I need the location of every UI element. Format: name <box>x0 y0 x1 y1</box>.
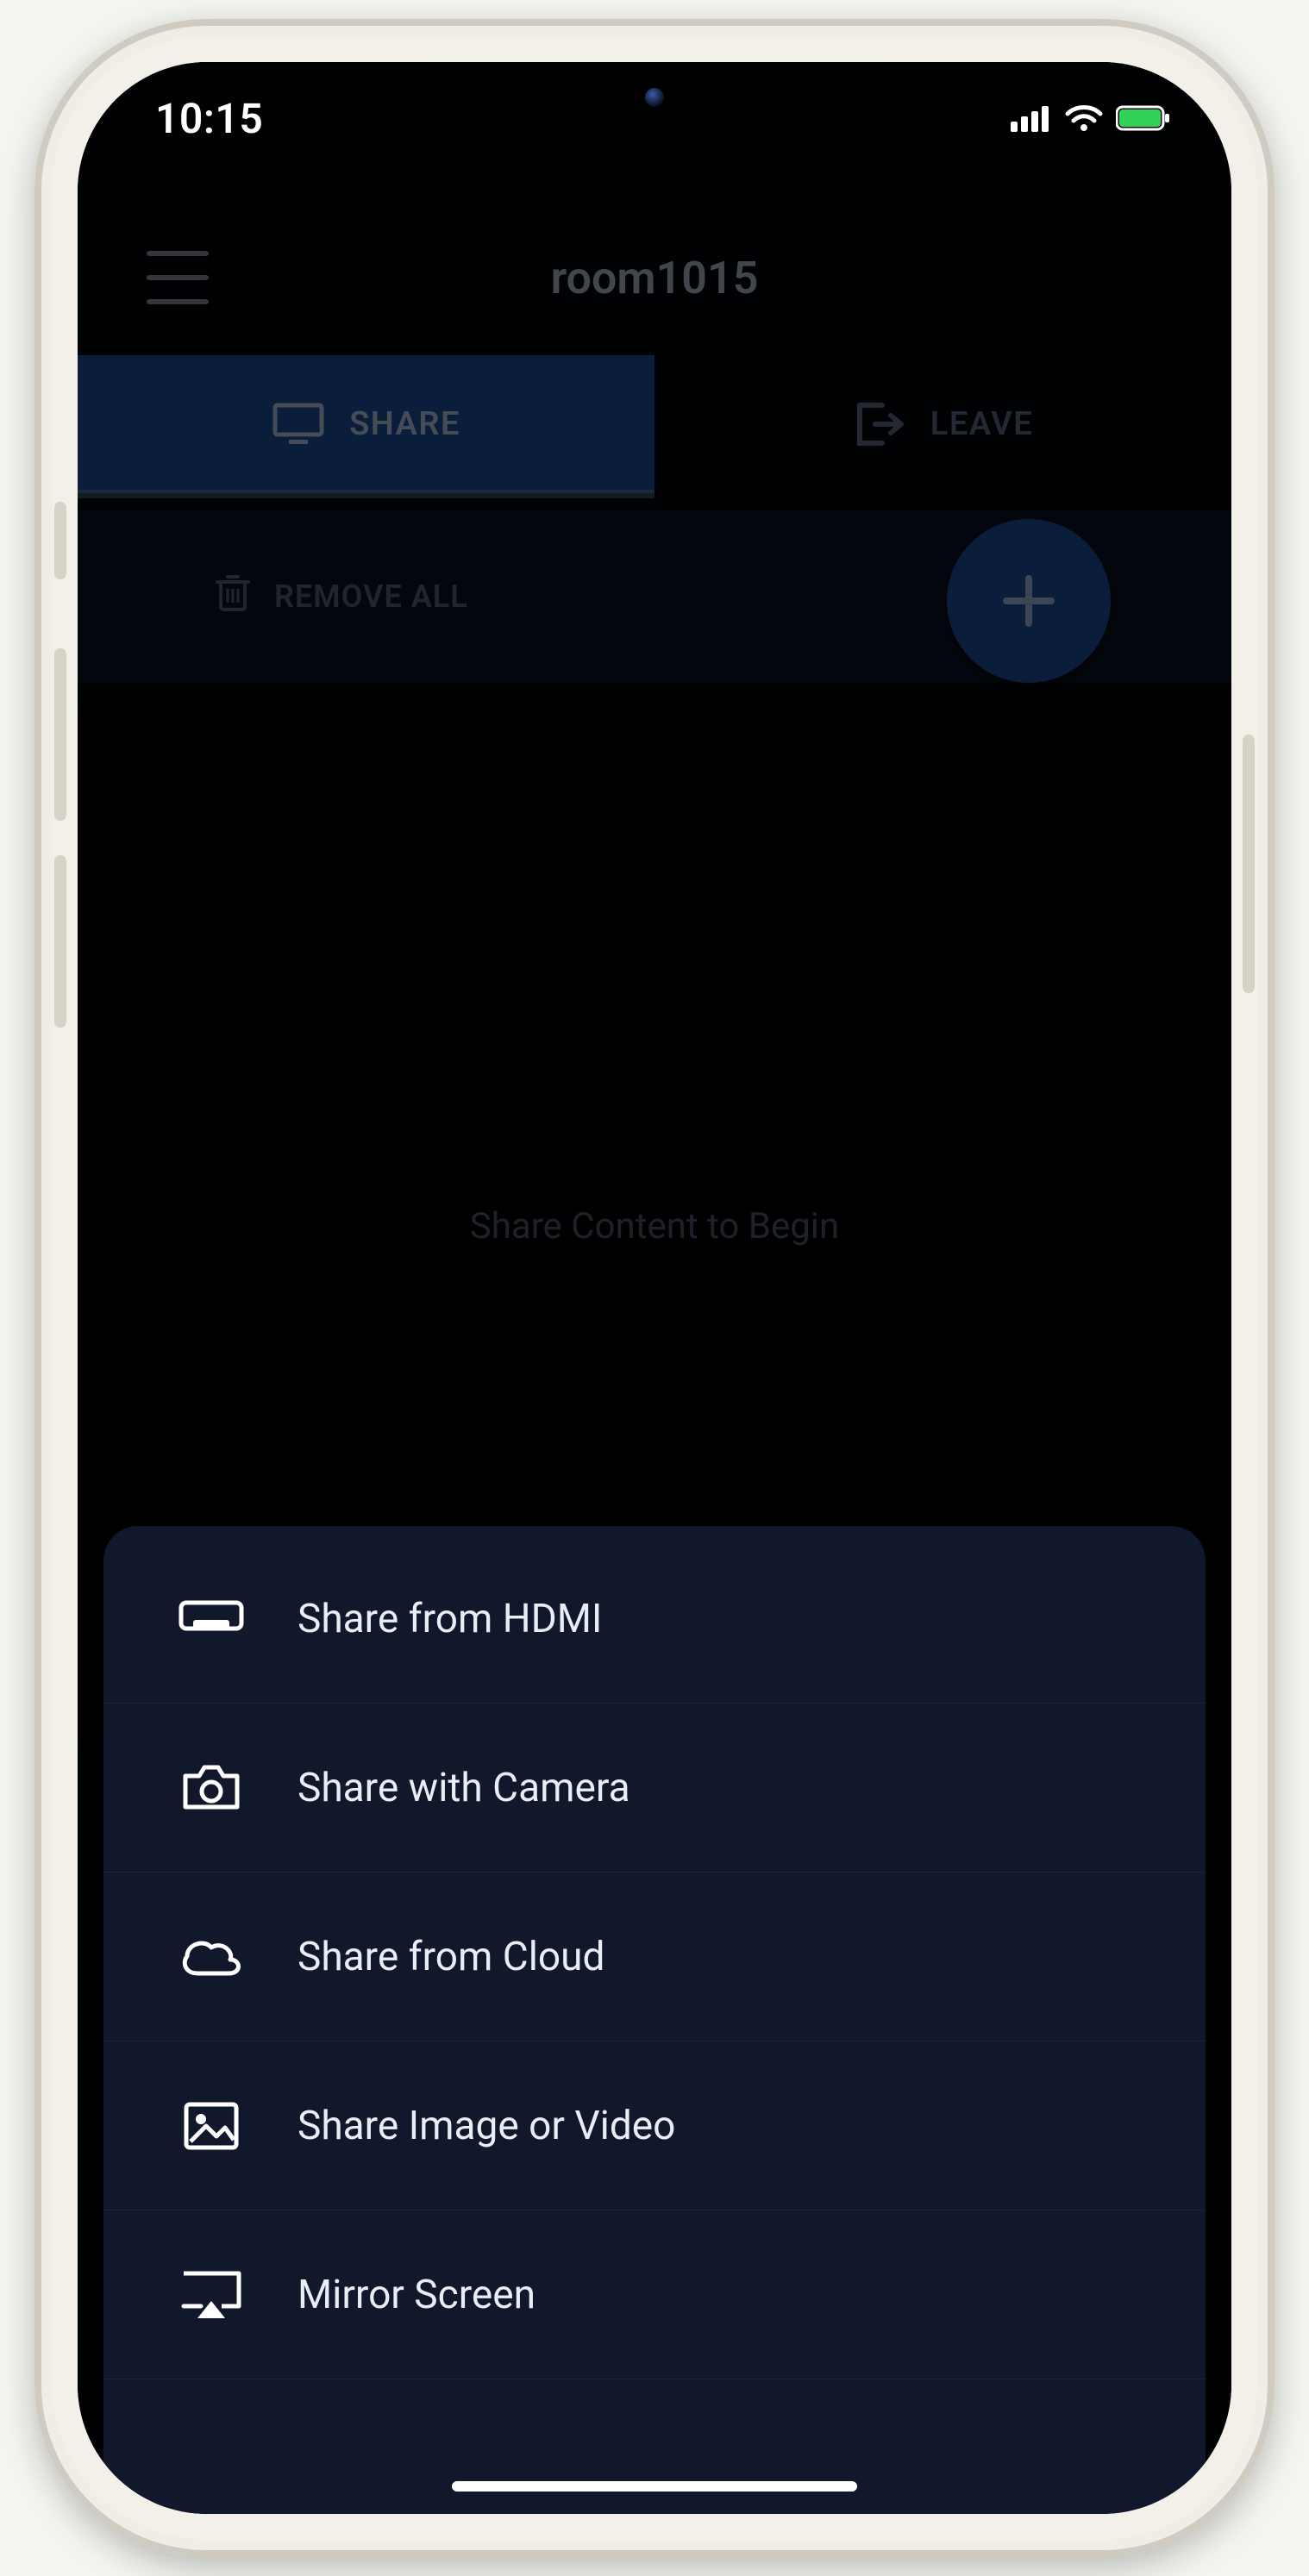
sheet-item-label: Share from HDMI <box>298 1596 602 1642</box>
remove-all-label: REMOVE ALL <box>274 578 468 615</box>
tab-row: SHARE LEAVE <box>78 355 1231 493</box>
sheet-item-mirror[interactable]: Mirror Screen <box>103 2210 1206 2379</box>
sheet-item-cloud[interactable]: Share from Cloud <box>103 1873 1206 2041</box>
battery-icon <box>1116 105 1171 131</box>
volume-up-button <box>54 648 66 821</box>
tab-share-label: SHARE <box>349 405 460 443</box>
notch <box>422 62 887 129</box>
airplay-icon <box>178 2268 244 2322</box>
wifi-icon <box>1064 103 1104 133</box>
monitor-icon <box>272 402 325 447</box>
front-camera <box>645 88 664 107</box>
screen: room1015 SHARE <box>78 62 1231 2514</box>
image-icon <box>182 2100 241 2152</box>
home-indicator[interactable] <box>452 2481 857 2492</box>
sheet-item-label: Mirror Screen <box>298 2272 536 2318</box>
leave-icon <box>853 400 906 448</box>
status-time: 10:15 <box>155 94 263 143</box>
sheet-item-label: Share from Cloud <box>298 1934 604 1980</box>
tab-leave[interactable]: LEAVE <box>654 355 1231 493</box>
menu-button[interactable] <box>147 251 209 304</box>
screen-bezel: room1015 SHARE <box>78 62 1231 2514</box>
sheet-item-image-video[interactable]: Share Image or Video <box>103 2041 1206 2210</box>
sheet-item-hdmi[interactable]: Share from HDMI <box>103 1535 1206 1704</box>
toolbar-row: REMOVE ALL <box>78 510 1231 683</box>
ringer-switch <box>54 502 66 579</box>
room-title: room1015 <box>78 252 1231 304</box>
tab-share[interactable]: SHARE <box>78 355 654 493</box>
remove-all-button[interactable]: REMOVE ALL <box>216 573 468 621</box>
hdmi-icon <box>178 1597 245 1641</box>
camera-icon <box>180 1762 242 1814</box>
power-button <box>1243 735 1255 993</box>
status-indicators <box>1011 103 1171 133</box>
app-header: room1015 <box>78 226 1231 329</box>
tab-leave-label: LEAVE <box>930 405 1033 443</box>
plus-icon <box>994 566 1063 635</box>
cellular-icon <box>1011 104 1052 132</box>
cloud-icon <box>177 1934 246 1980</box>
trash-icon <box>216 573 250 621</box>
sheet-item-label: Share with Camera <box>298 1765 630 1811</box>
phone-frame: room1015 SHARE <box>34 19 1275 2557</box>
add-content-button[interactable] <box>947 519 1111 683</box>
sheet-item-label: Share Image or Video <box>298 2103 675 2149</box>
share-sheet: Share from HDMI Share with Camera <box>103 1526 1206 2514</box>
sheet-item-camera[interactable]: Share with Camera <box>103 1704 1206 1873</box>
empty-state-text: Share Content to Begin <box>470 1205 839 1247</box>
volume-down-button <box>54 855 66 1028</box>
